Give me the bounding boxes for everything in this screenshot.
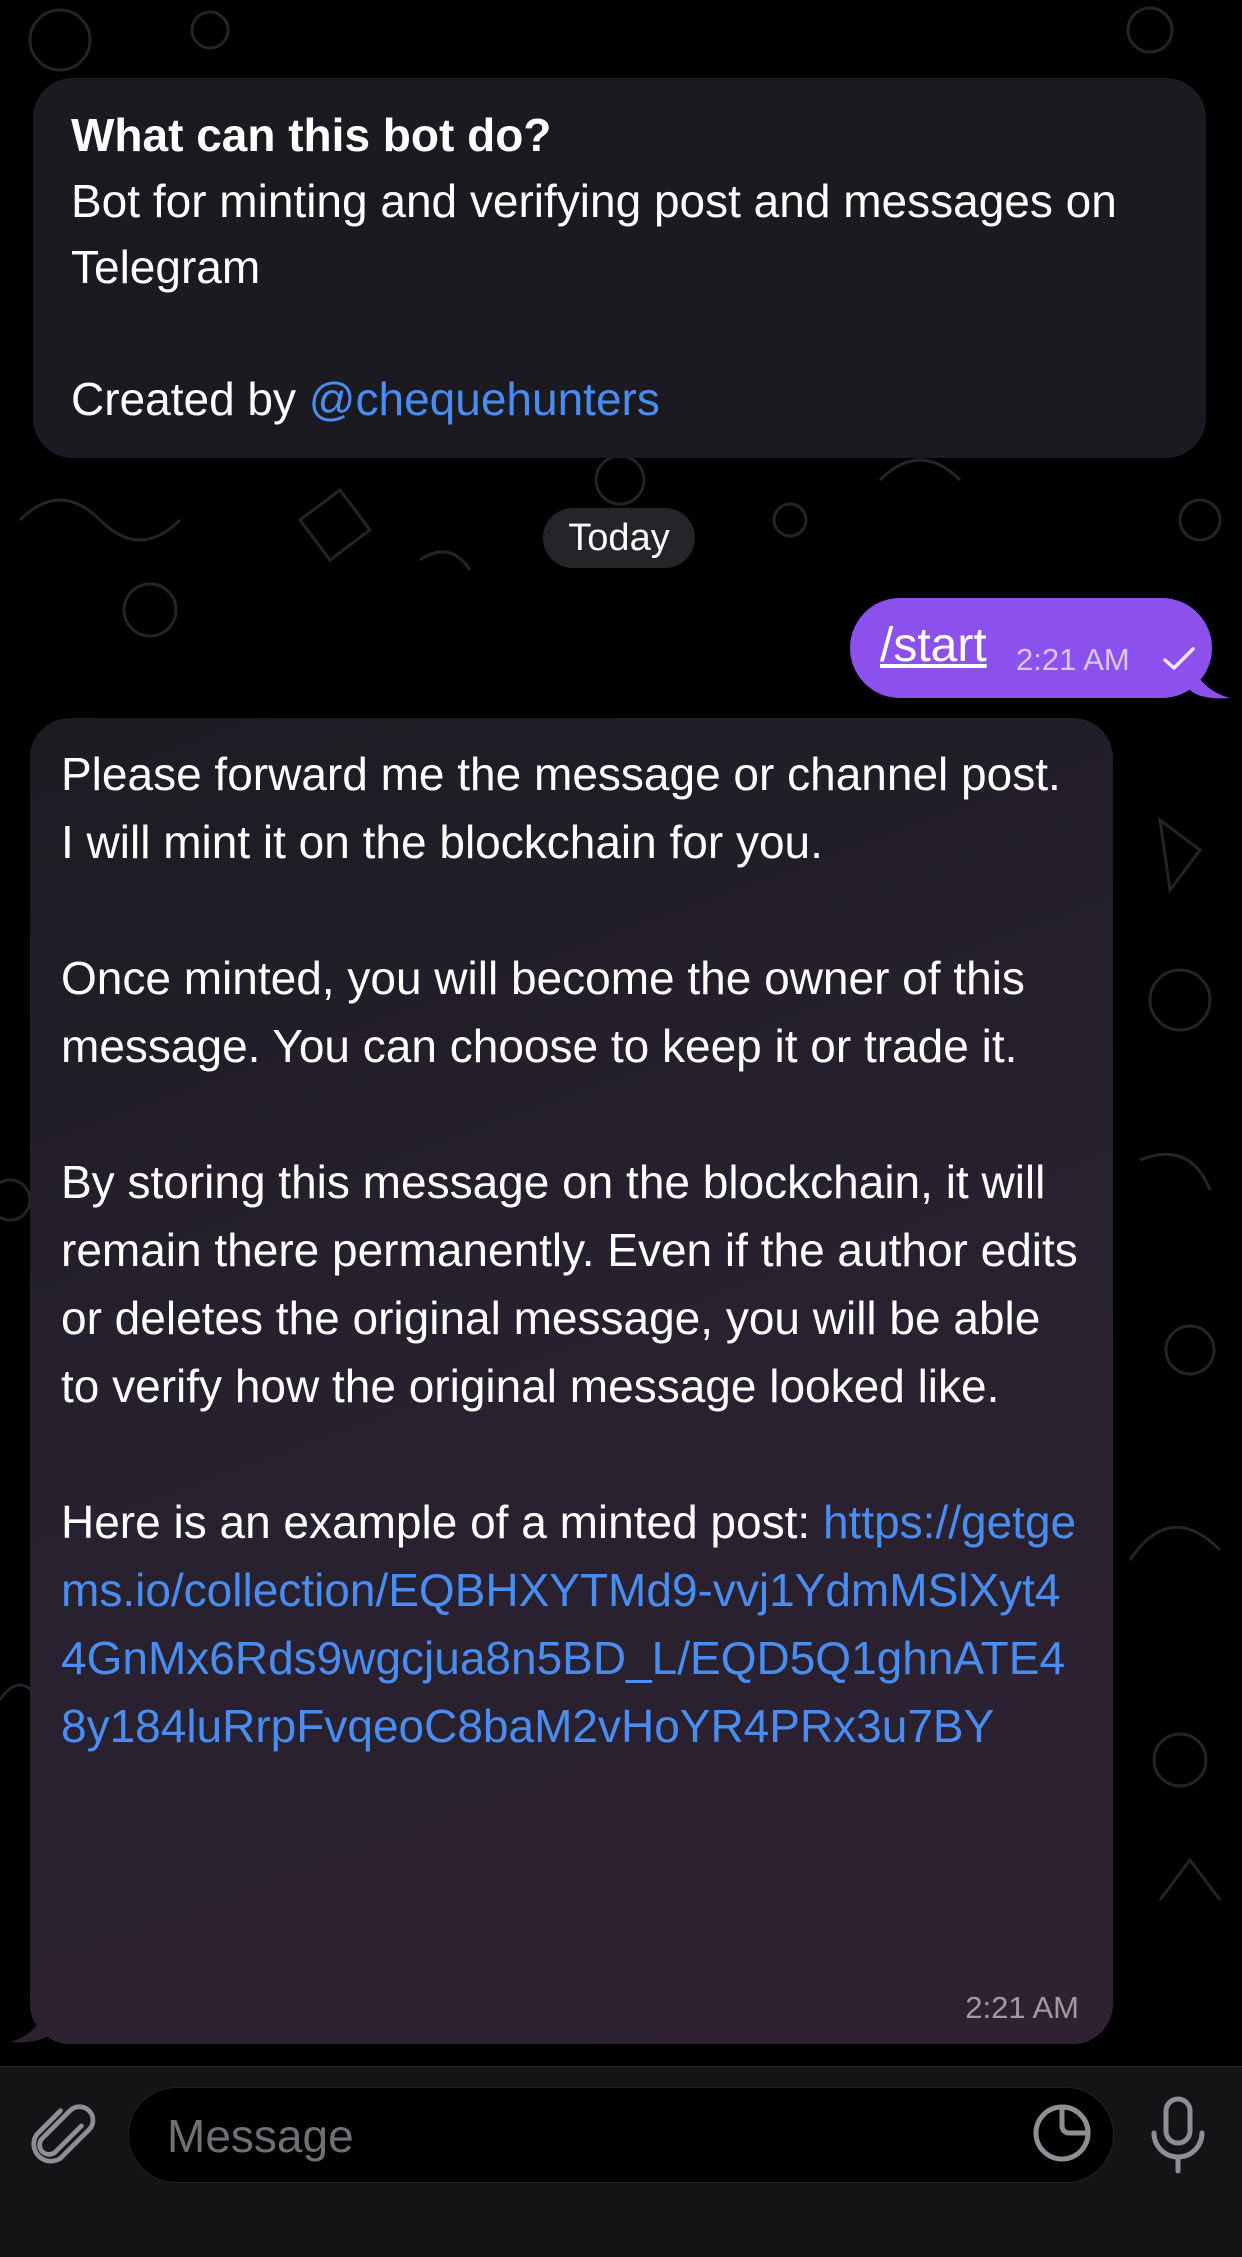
- incoming-message-bubble: Please forward me the message or channel…: [30, 718, 1113, 2044]
- bot-info-card: What can this bot do? Bot for minting an…: [33, 78, 1206, 458]
- microphone-icon[interactable]: [1146, 2095, 1210, 2175]
- bot-info-title: What can this bot do?: [71, 109, 552, 161]
- outgoing-message-bubble[interactable]: /start 2:21 AM: [850, 598, 1212, 698]
- bot-info-description: Bot for minting and verifying post and m…: [71, 168, 1170, 432]
- sticker-icon[interactable]: [1029, 2100, 1095, 2166]
- incoming-message-text: Please forward me the message or channel…: [61, 740, 1083, 1760]
- start-command-link[interactable]: /start: [880, 618, 987, 674]
- message-input[interactable]: Message: [128, 2087, 1114, 2183]
- incoming-message-body: Please forward me the message or channel…: [61, 748, 1078, 1548]
- date-separator: Today: [543, 508, 695, 568]
- outgoing-message-time: 2:21 AM: [1016, 642, 1130, 677]
- creator-link[interactable]: @chequehunters: [309, 373, 660, 425]
- message-composer: Message: [0, 2066, 1242, 2257]
- single-check-icon: [1163, 647, 1195, 670]
- paperclip-icon[interactable]: [30, 2097, 102, 2169]
- incoming-message-time: 2:21 AM: [965, 1990, 1079, 2025]
- message-placeholder: Message: [167, 2110, 354, 2162]
